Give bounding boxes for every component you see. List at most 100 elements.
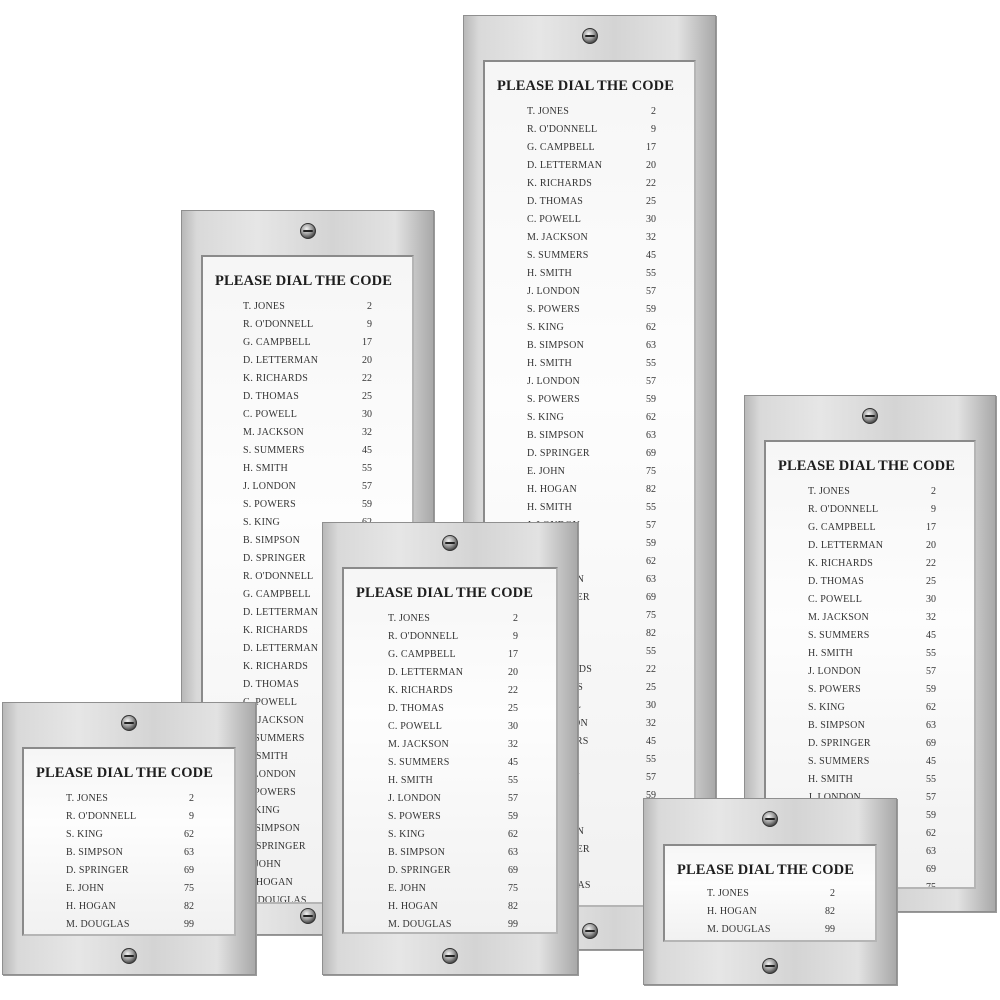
- entry-list: T. JONES 2 R. O'DONNELL 9 S. KING 62 B. SIMPSO…: [66, 793, 194, 934]
- dial-code: 9: [651, 124, 656, 135]
- dial-code: 17: [362, 337, 372, 348]
- resident-name: T. JONES: [66, 793, 108, 804]
- directory-entry: S. KING 62: [66, 829, 194, 847]
- directory-entry: D. LETTERMAN 20: [388, 667, 518, 685]
- directory-entry: S. SUMMERS 45: [808, 630, 936, 648]
- screw-icon: [581, 28, 598, 44]
- resident-name: H. SMITH: [243, 463, 288, 474]
- directory-entry: E. JOHN 75: [527, 466, 656, 484]
- resident-name: S. POWERS: [808, 684, 861, 695]
- resident-name: H. HOGAN: [527, 484, 577, 495]
- resident-name: H. HOGAN: [388, 901, 438, 912]
- dial-code: 32: [646, 232, 656, 243]
- resident-name: R. O'DONNELL: [808, 504, 879, 515]
- directory-entry: M. JACKSON 32: [243, 427, 372, 445]
- dial-code: 69: [646, 592, 656, 603]
- panel-heading: PLEASE DIAL THE CODE: [215, 273, 392, 289]
- dial-code: 62: [508, 829, 518, 840]
- resident-name: S. SUMMERS: [808, 756, 870, 767]
- resident-name: S. POWERS: [527, 394, 580, 405]
- dial-code: 25: [362, 391, 372, 402]
- directory-entry: R. O'DONNELL 9: [527, 124, 656, 142]
- panel-heading: PLEASE DIAL THE CODE: [497, 78, 674, 94]
- directory-entry: G. CAMPBELL 17: [527, 142, 656, 160]
- resident-name: S. POWERS: [527, 304, 580, 315]
- dial-code: 55: [926, 774, 936, 785]
- dial-code: 32: [508, 739, 518, 750]
- resident-name: R. O'DONNELL: [388, 631, 459, 642]
- resident-name: E. JOHN: [66, 883, 105, 894]
- dial-code: 62: [926, 828, 936, 839]
- resident-name: J. LONDON: [388, 793, 441, 804]
- dial-code: 55: [646, 268, 656, 279]
- directory-entry: D. SPRINGER 69: [527, 448, 656, 466]
- resident-name: C. POWELL: [808, 594, 863, 605]
- resident-name: S. KING: [243, 517, 280, 528]
- directory-entry: J. LONDON 57: [388, 793, 518, 811]
- directory-entry: T. JONES 2: [388, 613, 518, 631]
- resident-name: R. O'DONNELL: [243, 571, 314, 582]
- screw-icon: [762, 811, 778, 827]
- directory-entry: S. SUMMERS 45: [527, 250, 656, 268]
- dial-code: 22: [646, 664, 656, 675]
- dial-code: 99: [184, 919, 194, 930]
- directory-entry: E. JOHN 75: [66, 883, 194, 901]
- dial-code: 75: [184, 883, 194, 894]
- dial-code: 22: [508, 685, 518, 696]
- dial-code: 69: [926, 864, 936, 875]
- dial-code: 2: [931, 486, 936, 497]
- dial-code: 2: [367, 301, 372, 312]
- resident-name: S. SUMMERS: [388, 757, 450, 768]
- directory-entry: D. LETTERMAN 20: [243, 355, 372, 373]
- dial-code: 75: [508, 883, 518, 894]
- resident-name: D. SPRINGER: [808, 738, 871, 749]
- dial-code: 82: [646, 484, 656, 495]
- screw-icon: [121, 715, 137, 731]
- dial-code: 30: [508, 721, 518, 732]
- dial-code: 45: [646, 736, 656, 747]
- resident-name: S. SUMMERS: [527, 250, 589, 261]
- directory-entry: D. THOMAS 25: [243, 391, 372, 409]
- directory-entry: H. HOGAN 82: [707, 906, 835, 924]
- directory-entry: J. LONDON 57: [527, 376, 656, 394]
- resident-name: H. SMITH: [388, 775, 433, 786]
- resident-name: T. JONES: [243, 301, 285, 312]
- directory-entry: H. SMITH 55: [527, 268, 656, 286]
- directory-entry: C. POWELL 30: [388, 721, 518, 739]
- directory-entry: B. SIMPSON 63: [527, 430, 656, 448]
- resident-name: D. THOMAS: [808, 576, 865, 587]
- resident-name: B. SIMPSON: [808, 720, 866, 731]
- dial-code: 82: [508, 901, 518, 912]
- dial-code: 45: [362, 445, 372, 456]
- resident-name: H. HOGAN: [707, 906, 757, 917]
- dial-code: 69: [926, 738, 936, 749]
- dial-code: 62: [646, 412, 656, 423]
- dial-code: 57: [646, 286, 656, 297]
- directory-entry: S. POWERS 59: [527, 304, 656, 322]
- directory-entry: M. JACKSON 32: [808, 612, 936, 630]
- resident-name: E. JOHN: [527, 466, 566, 477]
- resident-name: H. SMITH: [527, 268, 572, 279]
- dial-code: 32: [362, 427, 372, 438]
- dial-code: 57: [646, 376, 656, 387]
- dial-code: 17: [926, 522, 936, 533]
- panel-heading: PLEASE DIAL THE CODE: [778, 458, 955, 474]
- resident-name: B. SIMPSON: [388, 847, 446, 858]
- resident-name: D. SPRINGER: [388, 865, 451, 876]
- dial-code: 59: [646, 304, 656, 315]
- resident-name: G. CAMPBELL: [808, 522, 876, 533]
- dial-code: 25: [508, 703, 518, 714]
- dial-code: 59: [646, 394, 656, 405]
- screw-icon: [762, 958, 778, 974]
- directory-panel-small-left: PLEASE DIAL THE CODE T. JONES 2 R. O'DONNE…: [2, 702, 256, 975]
- screw-icon: [862, 408, 878, 424]
- dial-code: 55: [646, 646, 656, 657]
- dial-code: 9: [513, 631, 518, 642]
- resident-name: D. LETTERMAN: [243, 355, 319, 366]
- dial-code: 69: [646, 448, 656, 459]
- dial-code: 25: [646, 682, 656, 693]
- screw-icon: [121, 948, 137, 964]
- screw-icon: [299, 223, 316, 239]
- directory-entry: H. SMITH 55: [527, 358, 656, 376]
- directory-entry: J. LONDON 57: [527, 286, 656, 304]
